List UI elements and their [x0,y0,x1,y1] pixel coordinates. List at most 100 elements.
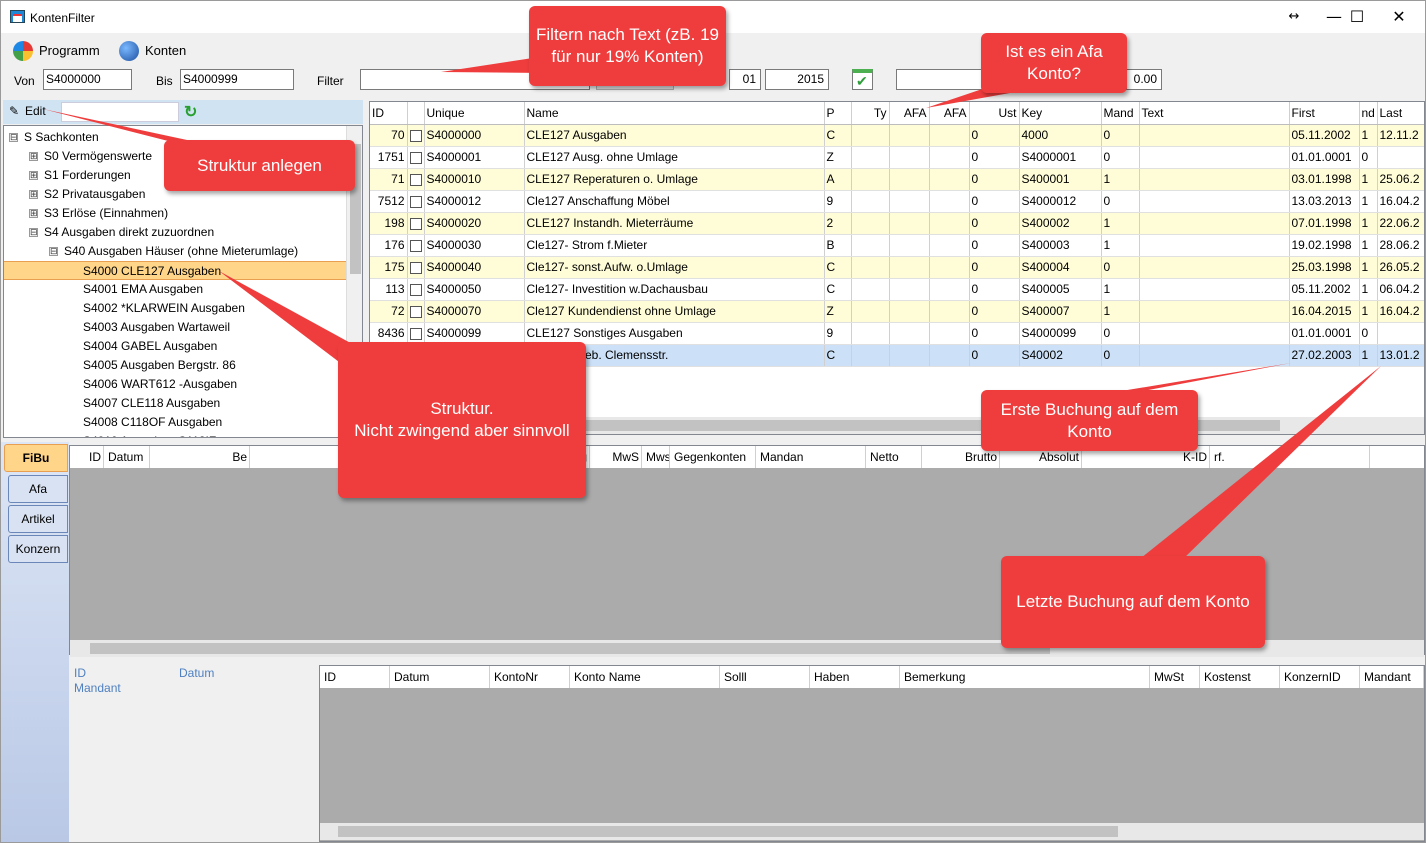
month-input[interactable]: 01 [729,69,761,90]
tree-node[interactable]: S4003 Ausgaben Wartaweil [83,318,230,337]
tab-fibu[interactable]: FiBu [4,444,68,472]
table-row[interactable]: 176 S4000030 Cle127- Strom f.Mieter B 0 S4000… [370,234,1424,257]
edit-button[interactable]: ✎ Edit [9,104,46,118]
tree-node[interactable]: S4000 CLE127 Ausgaben [4,261,346,280]
bookings-hscrollbar[interactable] [320,823,1424,840]
tree-node[interactable]: S Sachkonten [24,128,99,147]
tree-expander[interactable]: ⊞ [29,171,38,180]
column-header[interactable]: First [1289,102,1360,125]
calendar-check-icon[interactable]: ✔ [852,69,873,90]
row-checkbox[interactable] [409,327,422,340]
von-input[interactable]: S4000000 [43,69,132,90]
table-cell: S4000012 [424,190,525,213]
column-header[interactable]: Bemerkung [900,666,1150,688]
table-row[interactable]: 7512 S4000012 Cle127 Anschaffung Möbel 9 0 S4… [370,190,1424,213]
column-header[interactable]: AFA [929,102,970,125]
fibu-hscroll-thumb[interactable] [90,643,1050,654]
column-header[interactable]: Netto [866,446,922,468]
column-header[interactable]: ID [370,102,408,125]
tree-node[interactable]: S4010 Ausgaben C118IF [83,432,216,437]
tree-node[interactable]: S4008 C118OF Ausgaben [83,413,222,432]
close-button[interactable]: ✕ [1376,1,1422,33]
column-header[interactable]: Name [524,102,825,125]
tab-artikel[interactable]: Artikel [8,505,68,533]
column-header[interactable]: Datum [390,666,490,688]
row-checkbox[interactable] [409,239,422,252]
row-checkbox[interactable] [409,129,422,142]
column-header[interactable]: MwSt [1150,666,1200,688]
column-header[interactable]: KontoNr [490,666,570,688]
row-checkbox[interactable] [409,195,422,208]
column-header[interactable]: rf. [1210,446,1370,468]
tab-afa[interactable]: Afa [8,475,68,503]
tree-node[interactable]: S3 Erlöse (Einnahmen) [44,204,168,223]
tree-expander[interactable]: ⊞ [29,152,38,161]
tree-node[interactable]: S4 Ausgaben direkt zuzuordnen [44,223,214,242]
column-header[interactable]: Ust [969,102,1020,125]
tab-konzern[interactable]: Konzern [8,535,68,563]
tree-node[interactable]: S4005 Ausgaben Bergstr. 86 [83,356,236,375]
column-header[interactable]: Datum [104,446,150,468]
column-header[interactable] [407,102,425,125]
row-checkbox[interactable] [409,283,422,296]
tree-node[interactable]: S4007 CLE118 Ausgaben [83,394,220,413]
column-header[interactable]: ID [70,446,104,468]
column-header[interactable]: P [824,102,852,125]
column-header[interactable]: AFA [889,102,930,125]
row-checkbox[interactable] [409,261,422,274]
row-checkbox[interactable] [409,305,422,318]
column-header[interactable]: nd [1359,102,1378,125]
table-row[interactable]: 8436 S4000099 CLE127 Sonstiges Ausgaben 9 0 S… [370,322,1424,345]
maximize-button[interactable]: ☐ [1334,1,1380,33]
column-header[interactable]: Mandant [1360,666,1424,688]
tree-expander[interactable]: ⊞ [29,209,38,218]
tree-search-input[interactable] [61,102,179,122]
tree-node[interactable]: S4004 GABEL Ausgaben [83,337,217,356]
tree-node[interactable]: S2 Privatausgaben [44,185,145,204]
column-header[interactable]: Unique [424,102,525,125]
column-header[interactable]: Last [1377,102,1424,125]
column-header[interactable]: KonzernID [1280,666,1360,688]
tree-node[interactable]: S0 Vermögenswerte [44,147,152,166]
tree-node[interactable]: S4001 EMA Ausgaben [83,280,203,299]
column-header[interactable]: Key [1019,102,1102,125]
tree-node[interactable]: S40 Ausgaben Häuser (ohne Mieterumlage) [64,242,298,261]
tree-expander[interactable]: ⊟ [9,133,18,142]
column-header[interactable]: Mandan [756,446,866,468]
row-checkbox[interactable] [409,151,422,164]
tree-node[interactable]: S1 Forderungen [44,166,131,185]
column-header[interactable]: ID [320,666,390,688]
table-row[interactable]: 175 S4000040 Cle127- sonst.Aufw. o.Umlage C… [370,256,1424,279]
tree-expander[interactable]: ⊟ [29,228,38,237]
tree-expander[interactable]: ⊞ [29,190,38,199]
column-header[interactable]: Solll [720,666,810,688]
column-header[interactable]: Konto Name [570,666,720,688]
menu-konten[interactable]: Konten [119,41,186,61]
table-row[interactable]: 198 S4000020 CLE127 Instandh. Mieterräume 2… [370,212,1424,235]
bookings-hscroll-thumb[interactable] [338,826,1118,837]
column-header[interactable]: Be [150,446,250,468]
column-header[interactable]: Gegenkonten [670,446,756,468]
tree-node[interactable]: S4002 *KLARWEIN Ausgaben [83,299,245,318]
column-header[interactable]: Ty [851,102,890,125]
column-header[interactable]: Haben [810,666,900,688]
column-header[interactable]: MwS [590,446,642,468]
column-header[interactable]: Kostenst [1200,666,1280,688]
table-row[interactable]: 71 S4000010 CLE127 Reperaturen o. Umlage A 0… [370,168,1424,191]
column-header[interactable]: MwstKto [642,446,670,468]
table-row[interactable]: 113 S4000050 Cle127- Investition w.Dachaus… [370,278,1424,301]
row-checkbox[interactable] [409,217,422,230]
column-header[interactable]: Text [1139,102,1290,125]
tree-expander[interactable]: ⊟ [49,247,58,256]
tree-node[interactable]: S4006 WART612 -Ausgaben [83,375,237,394]
column-header[interactable]: Mand [1101,102,1140,125]
table-row[interactable]: 72 S4000070 Cle127 Kundendienst ohne Umlag… [370,300,1424,323]
table-row[interactable]: 70 S4000000 CLE127 Ausgaben C 0 4000 0 05.11.20… [370,124,1424,147]
bis-input[interactable]: S4000999 [180,69,294,90]
menu-programm[interactable]: Programm [13,41,100,61]
year-input[interactable]: 2015 [765,69,829,90]
refresh-icon[interactable]: ↻ [184,102,197,122]
amount-field-2[interactable]: 0.00 [1126,69,1162,90]
table-row[interactable]: 1751 S4000001 CLE127 Ausg. ohne Umlage Z 0 S4… [370,146,1424,169]
row-checkbox[interactable] [409,173,422,186]
